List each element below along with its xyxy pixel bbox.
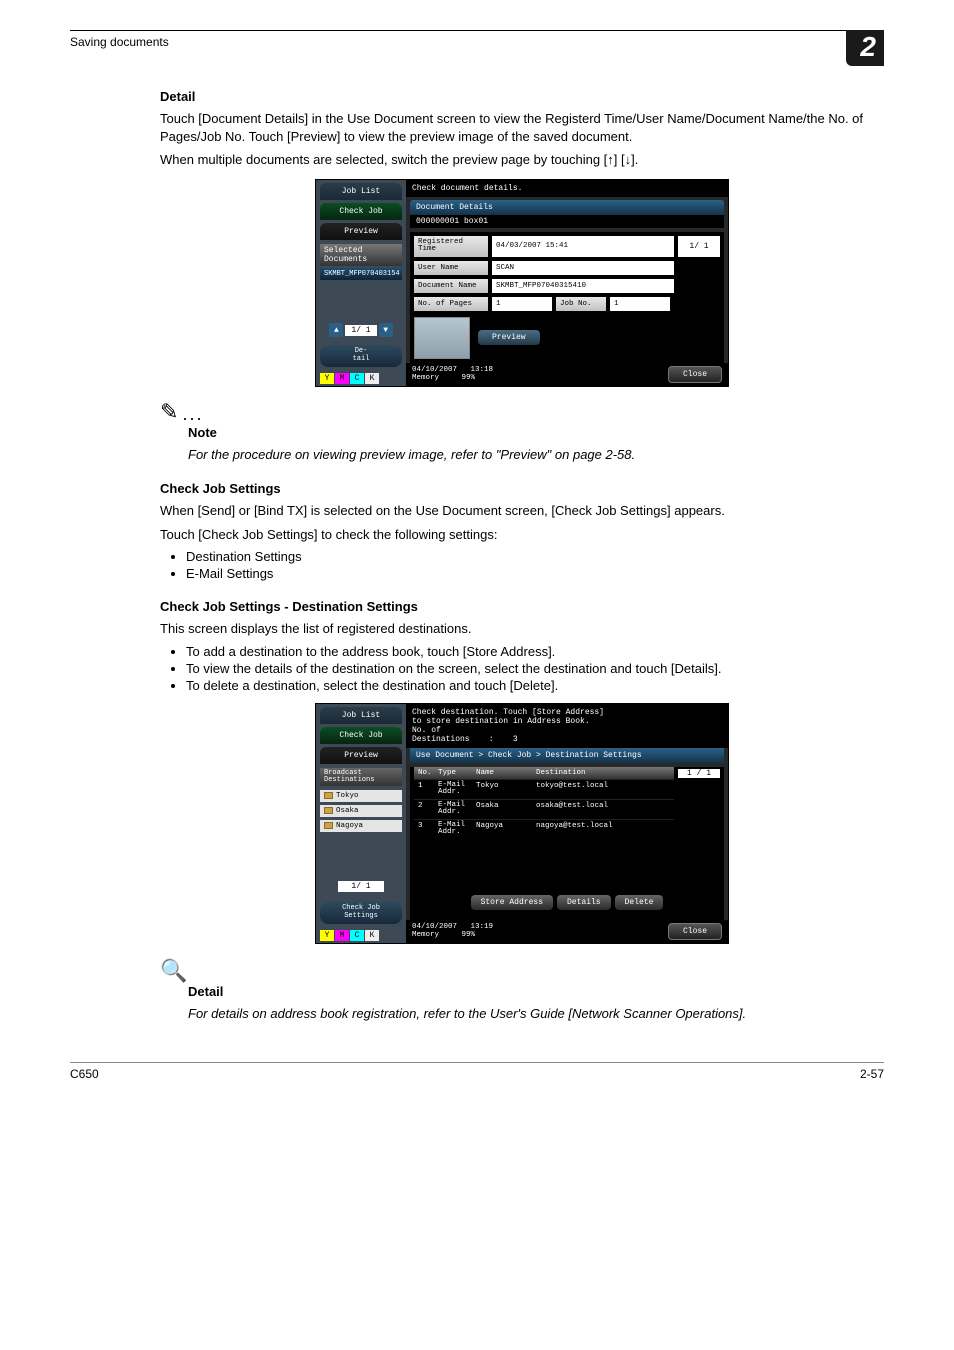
job-no-value: 1	[610, 297, 670, 311]
breadcrumb: Use Document > Check Job > Destination S…	[410, 748, 724, 763]
detail-button[interactable]: De- tail	[320, 345, 402, 366]
mail-icon	[324, 822, 333, 829]
check-job-settings-button[interactable]: Check Job Settings	[320, 902, 402, 923]
close-button[interactable]: Close	[668, 923, 722, 940]
close-button[interactable]: Close	[668, 366, 722, 383]
document-name-value: SKMBT_MFP07040315410	[492, 279, 674, 293]
destination-item[interactable]: Osaka	[320, 805, 402, 817]
magnifier-icon: 🔍	[160, 958, 187, 984]
note-text: For the procedure on viewing preview ima…	[188, 446, 884, 464]
toner-levels: YMCK	[320, 930, 402, 941]
footer-left: C650	[70, 1067, 99, 1081]
pages-value: 1	[492, 297, 552, 311]
ellipsis-icon: ...	[182, 404, 203, 425]
page-indicator: 1/ 1	[345, 325, 376, 336]
registered-time-label: Registered Time	[414, 236, 488, 257]
section-title: Saving documents	[70, 35, 169, 49]
para: Touch [Document Details] in the Use Docu…	[160, 110, 884, 145]
mail-icon	[324, 792, 333, 799]
top-message: Check destination. Touch [Store Address]…	[406, 704, 728, 748]
screenshot-destination-settings: Job List Check Job Preview Broadcast Des…	[315, 703, 729, 944]
screenshot-document-details: Job List Check Job Preview Selected Docu…	[315, 179, 729, 387]
preview-thumbnail	[414, 317, 470, 359]
table-row[interactable]: 1E-Mail Addr.Tokyotokyo@test.local	[414, 779, 674, 799]
para: When [Send] or [Bind TX] is selected on …	[160, 502, 884, 520]
list-item: To add a destination to the address book…	[186, 644, 884, 659]
top-message: Check document details.	[406, 180, 728, 197]
destination-item[interactable]: Tokyo	[320, 790, 402, 802]
store-address-button[interactable]: Store Address	[471, 895, 553, 910]
tab-job-list[interactable]: Job List	[320, 183, 402, 200]
table-header: No. Type Name Destination	[414, 767, 674, 779]
page-counter: 1/ 1	[678, 236, 720, 257]
page-up-icon[interactable]: ▲	[329, 323, 343, 337]
pages-label: No. of Pages	[414, 297, 488, 311]
note-icon: ✎	[160, 399, 178, 425]
tab-preview[interactable]: Preview	[320, 223, 402, 240]
document-details-sub: 000000001 box01	[410, 215, 724, 228]
job-no-label: Job No.	[556, 297, 606, 311]
list-item: To delete a destination, select the dest…	[186, 678, 884, 693]
status-area: 04/10/2007 13:19 Memory 99%	[412, 923, 493, 940]
tab-check-job[interactable]: Check Job	[320, 203, 402, 220]
page-indicator: 1/ 1	[338, 881, 384, 892]
selected-document-item[interactable]: SKMBT_MFP070403154	[320, 268, 402, 280]
document-name-label: Document Name	[414, 279, 488, 293]
table-row[interactable]: 2E-Mail Addr.Osakaosaka@test.local	[414, 799, 674, 819]
document-details-bar: Document Details	[410, 200, 724, 215]
tab-check-job[interactable]: Check Job	[320, 727, 402, 744]
para: Touch [Check Job Settings] to check the …	[160, 526, 884, 544]
destination-item[interactable]: Nagoya	[320, 820, 402, 832]
page-counter: 1 / 1	[678, 769, 720, 778]
heading-destination-settings: Check Job Settings - Destination Setting…	[160, 599, 884, 614]
detail-text: For details on address book registration…	[188, 1005, 884, 1023]
mail-icon	[324, 807, 333, 814]
delete-button[interactable]: Delete	[615, 895, 664, 910]
preview-button[interactable]: Preview	[478, 330, 540, 345]
status-area: 04/10/2007 13:18 Memory 99%	[412, 366, 493, 383]
user-name-label: User Name	[414, 261, 488, 275]
footer-right: 2-57	[860, 1067, 884, 1081]
para: This screen displays the list of registe…	[160, 620, 884, 638]
tab-job-list[interactable]: Job List	[320, 707, 402, 724]
toner-levels: YMCK	[320, 373, 402, 384]
list-item: To view the details of the destination o…	[186, 661, 884, 676]
list-item: E-Mail Settings	[186, 566, 884, 581]
list-item: Destination Settings	[186, 549, 884, 564]
heading-check-job-settings: Check Job Settings	[160, 481, 884, 496]
registered-time-value: 04/03/2007 15:41	[492, 236, 674, 257]
selected-documents-header: Selected Documents	[320, 244, 402, 266]
para: When multiple documents are selected, sw…	[160, 151, 884, 169]
broadcast-destinations-header: Broadcast Destinations	[320, 768, 402, 786]
details-button[interactable]: Details	[557, 895, 611, 910]
detail-label: Detail	[188, 984, 884, 999]
chapter-badge: 2	[846, 30, 884, 66]
tab-preview[interactable]: Preview	[320, 747, 402, 764]
heading-detail: Detail	[160, 89, 884, 104]
user-name-value: SCAN	[492, 261, 674, 275]
page-down-icon[interactable]: ▼	[379, 323, 393, 337]
note-label: Note	[188, 425, 884, 440]
table-row[interactable]: 3E-Mail Addr.Nagoyanagoya@test.local	[414, 819, 674, 839]
